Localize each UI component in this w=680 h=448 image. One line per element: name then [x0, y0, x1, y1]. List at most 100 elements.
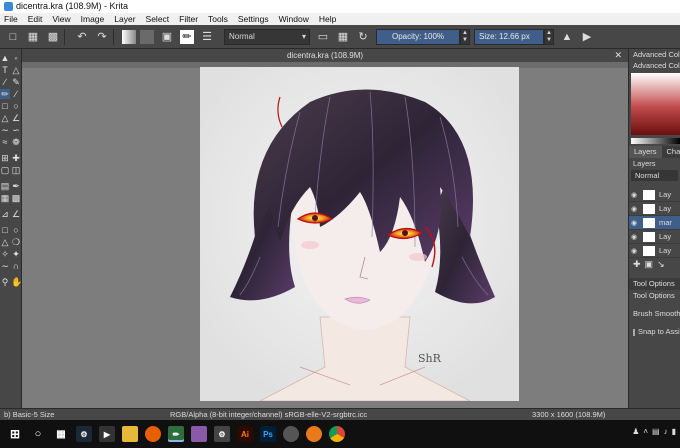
krita-taskbar-icon[interactable]: ✏ [168, 426, 184, 442]
layer-row[interactable]: ◉ Lay [629, 244, 680, 258]
transform-tool-icon[interactable]: ◦ [11, 53, 21, 63]
line-tool-icon[interactable]: ∕ [11, 89, 21, 99]
color-selector-square[interactable] [631, 73, 680, 135]
brush-preset-icon[interactable]: ✏ [180, 29, 194, 44]
tab-channels[interactable]: Chan [661, 146, 680, 158]
smart-patch-icon[interactable]: ▦ [0, 193, 10, 203]
polygon-select-icon[interactable]: △ [0, 237, 10, 247]
crop-tool-icon[interactable]: ⊞ [0, 153, 10, 163]
multibrush-icon[interactable]: ❁ [11, 137, 21, 147]
chrome-icon[interactable] [329, 426, 345, 442]
duplicate-layer-icon[interactable]: ▣ [645, 258, 654, 270]
gradient-tool-icon[interactable]: ▤ [0, 181, 10, 191]
fg-bg-color-icon[interactable]: ▣ [160, 30, 174, 44]
move-tool-icon[interactable]: ✚ [11, 153, 21, 163]
steam-icon[interactable]: ⚙ [76, 426, 92, 442]
blend-mode-dropdown[interactable]: Normal ▾ [224, 28, 310, 45]
checkbox-icon[interactable] [633, 328, 635, 336]
illustrator-icon[interactable]: Ai [237, 426, 253, 442]
edit-shapes-icon[interactable]: △ [11, 65, 21, 75]
battery-icon[interactable]: ▮ [672, 427, 676, 436]
opacity-slider[interactable]: Opacity: 100% [376, 28, 460, 45]
color-gradient-strip[interactable] [631, 138, 680, 144]
add-layer-icon[interactable]: ✚ [633, 258, 641, 270]
rect-select-icon[interactable]: □ [0, 225, 10, 235]
reload-preset-icon[interactable]: ↻ [356, 30, 370, 44]
layer-row[interactable]: ◉ Lay [629, 188, 680, 202]
eye-icon[interactable]: ◉ [629, 191, 639, 199]
media-player-icon[interactable]: ▶ [99, 426, 115, 442]
eye-icon[interactable]: ◉ [629, 233, 639, 241]
rectangle-tool-icon[interactable]: □ [0, 101, 10, 111]
menu-view[interactable]: View [48, 13, 76, 25]
app-icon[interactable] [191, 426, 207, 442]
transform-layer-icon[interactable]: ▢ [0, 165, 10, 175]
eye-icon[interactable]: ◉ [629, 205, 639, 213]
calligraphy-icon[interactable]: ∕ [0, 77, 10, 87]
people-icon[interactable]: ♟ [632, 427, 639, 436]
redo-icon[interactable]: ↷ [95, 30, 109, 44]
menu-help[interactable]: Help [315, 13, 342, 25]
layer-row[interactable]: ◉ Lay [629, 230, 680, 244]
dyna-tool-icon[interactable]: ≈ [0, 137, 10, 147]
freehand-path-icon[interactable]: ∽ [11, 125, 21, 135]
preserve-alpha-icon[interactable]: ▦ [336, 30, 350, 44]
eye-icon[interactable]: ◉ [629, 247, 639, 255]
menu-edit[interactable]: Edit [24, 13, 49, 25]
eye-icon[interactable]: ◉ [629, 219, 639, 227]
gradient-swatch[interactable] [122, 29, 136, 44]
measure-tool-icon[interactable]: ∠ [11, 209, 21, 219]
utility-icon[interactable]: ⚙ [214, 426, 230, 442]
brush-editor-icon[interactable]: ☰ [200, 30, 214, 44]
contiguous-select-icon[interactable]: ✧ [0, 249, 10, 259]
pattern-swatch[interactable] [140, 29, 154, 44]
magnetic-select-icon[interactable]: ∩ [11, 261, 21, 271]
color-picker-icon[interactable]: ✒ [11, 181, 21, 191]
tool-options-tab[interactable]: Tool Options [629, 278, 680, 290]
menu-layer[interactable]: Layer [110, 13, 141, 25]
assistant-tool-icon[interactable]: ⊿ [0, 209, 10, 219]
photoshop-icon[interactable]: Ps [260, 426, 276, 442]
polygon-tool-icon[interactable]: △ [0, 113, 10, 123]
menu-image[interactable]: Image [77, 13, 111, 25]
lasso-select-icon[interactable]: ❍ [11, 237, 21, 247]
firefox-icon[interactable] [145, 426, 161, 442]
warp-tool-icon[interactable]: ◫ [11, 165, 21, 175]
select-tool-icon[interactable]: ▲ [0, 53, 10, 63]
layer-row-selected[interactable]: ◉ mar [629, 216, 680, 230]
layer-row[interactable]: ◉ Lay [629, 202, 680, 216]
windows-start-icon[interactable]: ⊞ [7, 426, 23, 442]
volume-icon[interactable]: ♪ [664, 427, 668, 436]
chevron-up-icon[interactable]: ˄ [643, 427, 648, 436]
bezier-tool-icon[interactable]: ∼ [0, 125, 10, 135]
size-stepper[interactable]: ▲ ▼ [544, 28, 554, 45]
tab-layers[interactable]: Layers [629, 146, 662, 158]
menu-file[interactable]: File [0, 13, 24, 25]
menu-settings[interactable]: Settings [234, 13, 275, 25]
file-explorer-icon[interactable] [122, 426, 138, 442]
move-layer-icon[interactable]: ↘ [657, 258, 665, 270]
pan-tool-icon[interactable]: ✋ [11, 277, 22, 287]
polyline-tool-icon[interactable]: ∠ [11, 113, 21, 123]
snap-to-assistant-checkbox[interactable]: Snap to Assist [629, 326, 680, 338]
mirror-horizontal-icon[interactable]: ▲ [560, 30, 574, 44]
ellipse-select-icon[interactable]: ○ [11, 225, 21, 235]
app-icon[interactable] [283, 426, 299, 442]
bezier-select-icon[interactable]: ∼ [0, 261, 10, 271]
mirror-vertical-icon[interactable]: ▶ [580, 30, 594, 44]
artwork-canvas[interactable]: ShR [200, 67, 519, 401]
eraser-mode-icon[interactable]: ▭ [316, 30, 330, 44]
fill-tool-icon[interactable]: ▩ [11, 193, 21, 203]
menu-select[interactable]: Select [142, 13, 176, 25]
save-icon[interactable]: ▩ [46, 30, 60, 44]
undo-icon[interactable]: ↶ [75, 30, 89, 44]
menu-filter[interactable]: Filter [175, 13, 204, 25]
text-tool-icon[interactable]: T [0, 65, 10, 75]
app-icon[interactable] [306, 426, 322, 442]
close-icon[interactable]: ✕ [614, 49, 622, 62]
new-document-icon[interactable]: □ [6, 30, 20, 44]
network-icon[interactable]: ▤ [652, 427, 660, 436]
brush-size-slider[interactable]: Size: 12.66 px [474, 28, 544, 45]
opacity-stepper[interactable]: ▲ ▼ [460, 28, 470, 45]
search-icon[interactable]: ○ [30, 426, 46, 442]
